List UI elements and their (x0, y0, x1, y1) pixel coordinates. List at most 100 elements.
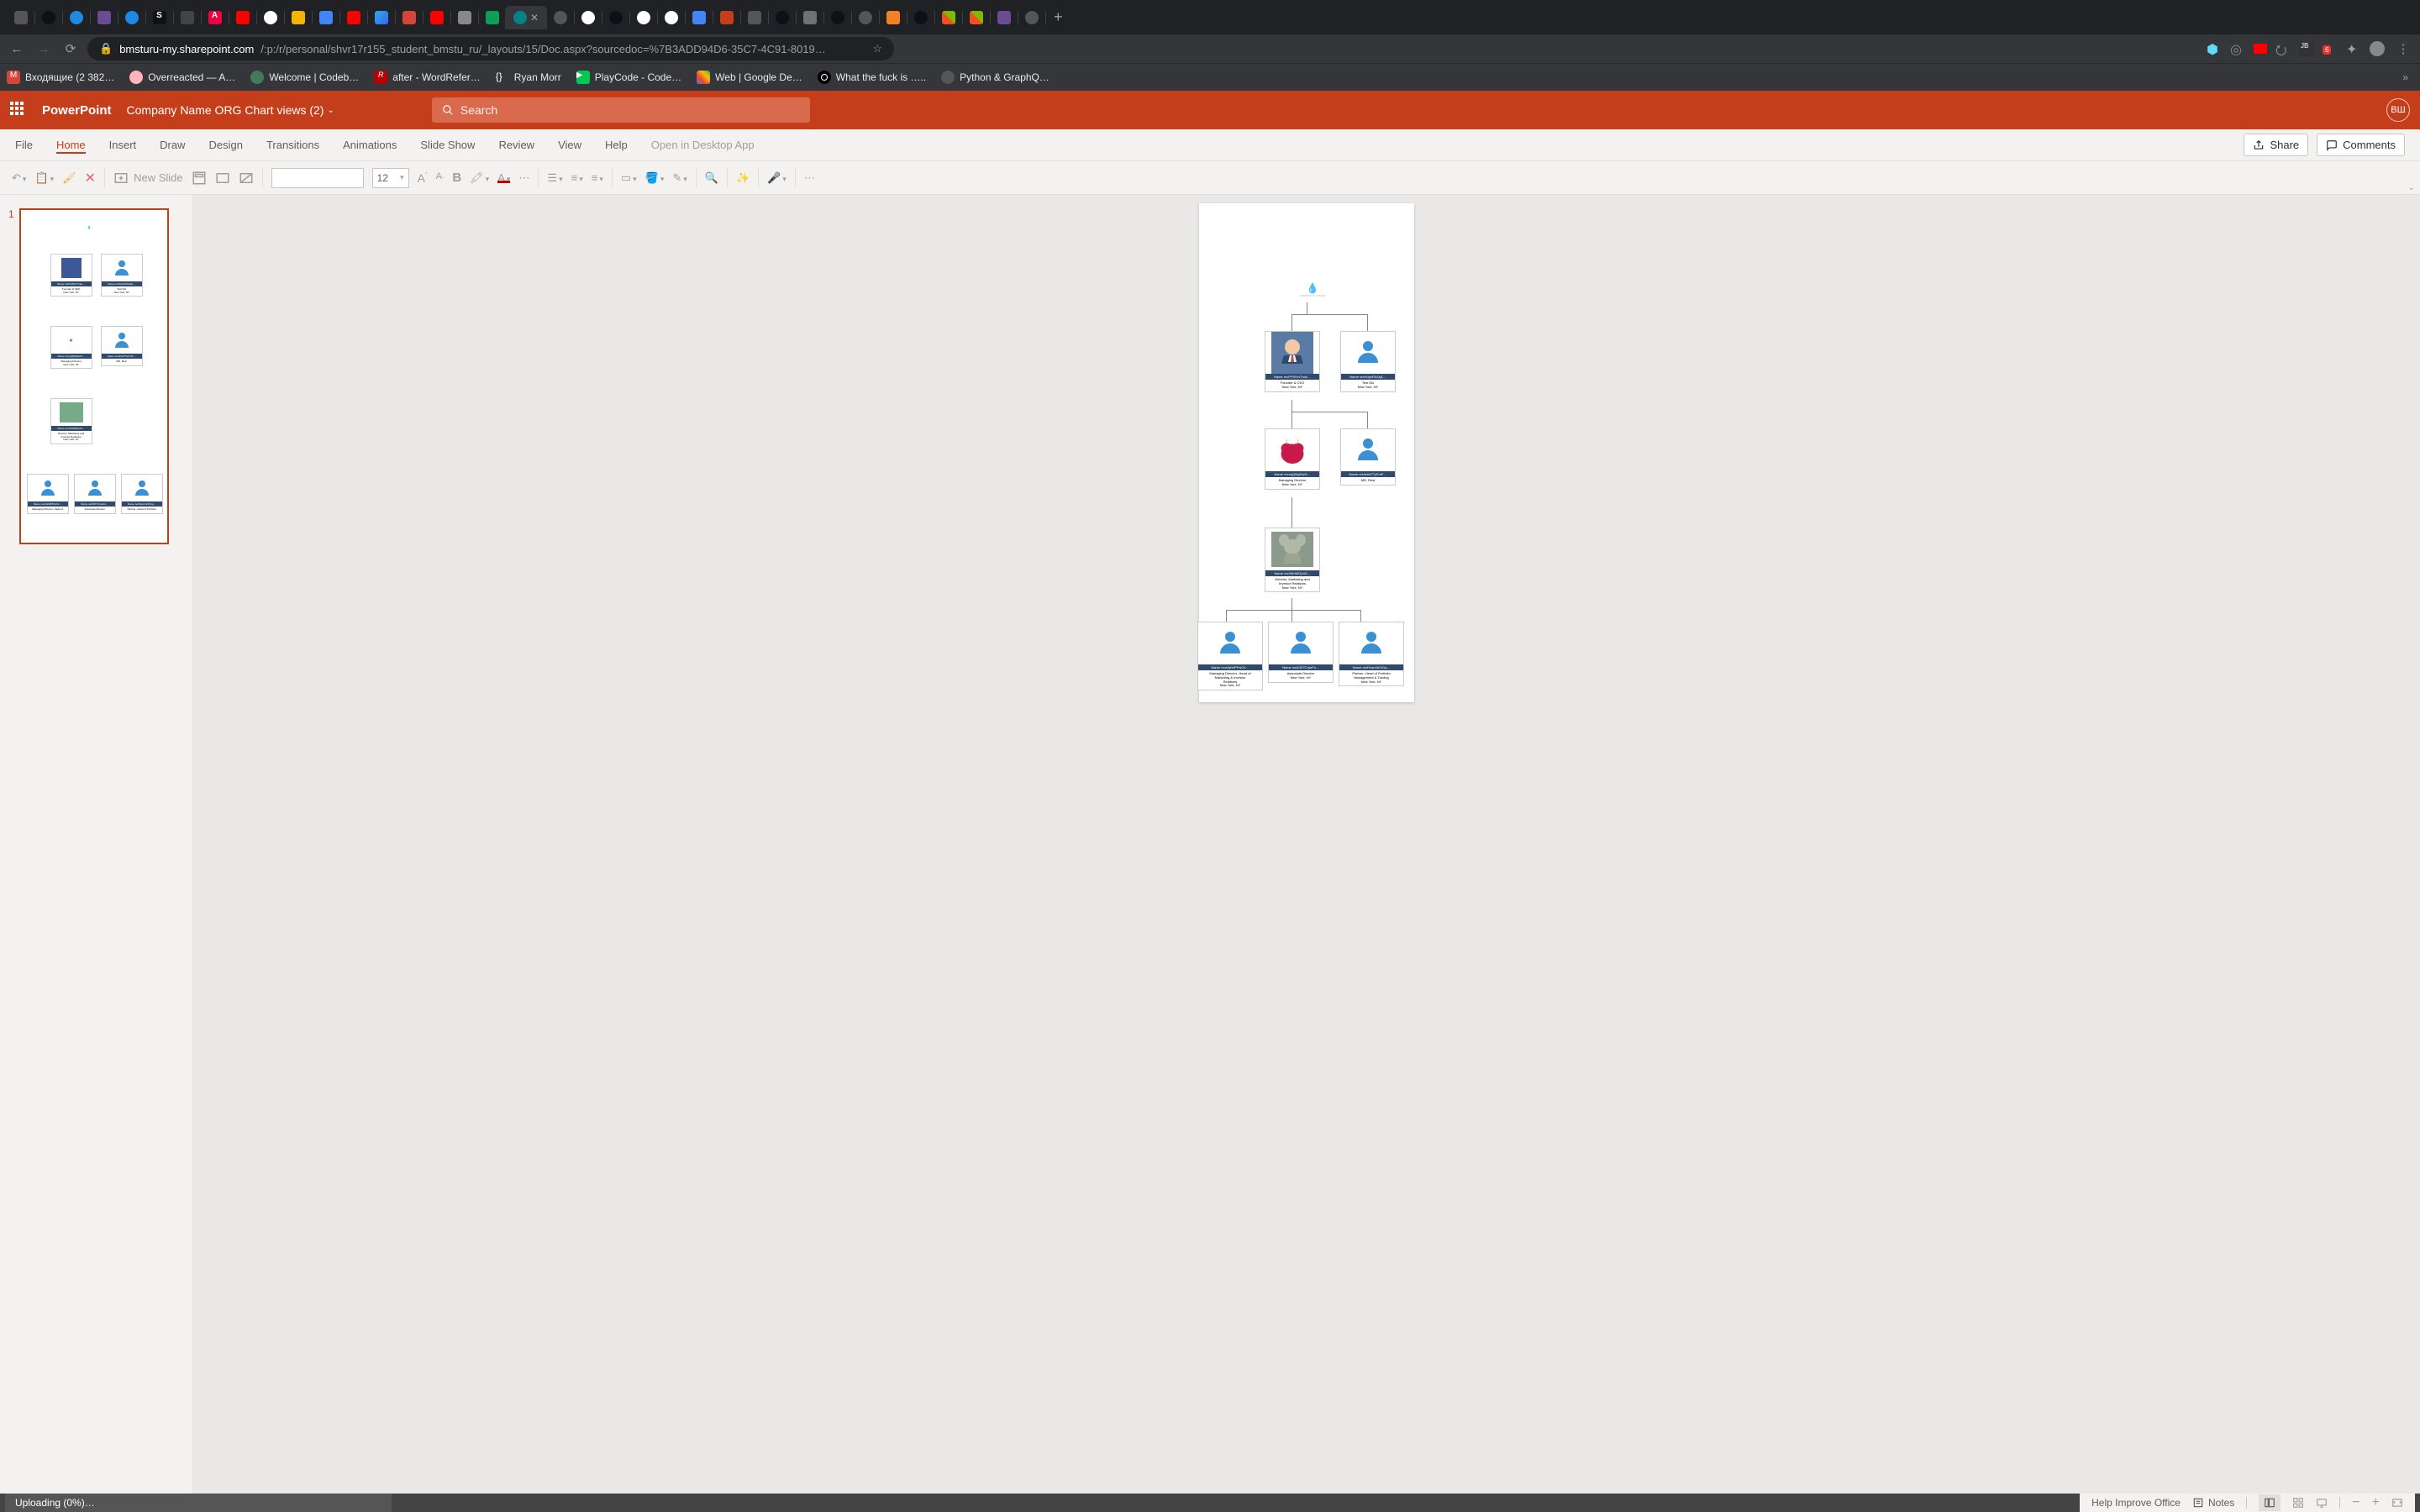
tab-help[interactable]: Help (605, 136, 628, 154)
increase-font-button[interactable]: Aˆ (418, 171, 428, 185)
url-input[interactable]: 🔒 bmsturu-my.sharepoint.com/:p:/r/person… (87, 37, 894, 60)
browser-tab[interactable] (172, 6, 202, 29)
paste-button[interactable]: 📋▾ (34, 171, 54, 185)
collapse-ribbon-icon[interactable]: ⌄ (2408, 183, 2415, 192)
tab-review[interactable]: Review (498, 136, 534, 154)
back-button[interactable]: ← (7, 39, 27, 59)
browser-tab[interactable] (422, 6, 451, 29)
reading-view-button[interactable] (2316, 1497, 2328, 1509)
browser-tab[interactable] (394, 6, 424, 29)
browser-tab[interactable] (601, 6, 630, 29)
undo-button[interactable]: ↶▾ (12, 171, 26, 185)
browser-tab[interactable] (795, 6, 824, 29)
new-slide-button[interactable]: New Slide (113, 171, 183, 186)
browser-tab[interactable] (89, 6, 118, 29)
font-color-button[interactable]: A▾ (497, 171, 510, 184)
bookmark[interactable]: Python & GraphQ… (941, 71, 1050, 84)
layout-button[interactable] (192, 171, 207, 186)
bookmark[interactable]: Welcome | Codeb… (250, 71, 359, 84)
help-improve-link[interactable]: Help Improve Office (2091, 1497, 2181, 1509)
browser-tab[interactable] (961, 6, 991, 29)
browser-tab[interactable] (767, 6, 797, 29)
tab-file[interactable]: File (15, 136, 33, 154)
browser-tab[interactable]: A (200, 6, 229, 29)
tab-slide-show[interactable]: Slide Show (420, 136, 475, 154)
tab-view[interactable]: View (558, 136, 581, 154)
new-tab-button[interactable]: + (1045, 8, 1071, 26)
extension-icon[interactable]: ⭮ (2275, 41, 2291, 56)
extension-icon[interactable] (2254, 44, 2267, 54)
section-button[interactable] (239, 171, 254, 186)
browser-tab[interactable] (477, 6, 507, 29)
extensions-puzzle-icon[interactable]: ✦ (2346, 41, 2361, 56)
tab-animations[interactable]: Animations (343, 136, 397, 154)
format-painter-button[interactable]: 🖌 (62, 171, 76, 185)
notes-button[interactable]: Notes (2192, 1497, 2234, 1509)
user-avatar[interactable]: ВШ (2386, 98, 2410, 122)
browser-tab[interactable] (366, 6, 396, 29)
tab-transitions[interactable]: Transitions (266, 136, 319, 154)
forward-button[interactable]: → (34, 39, 54, 59)
bookmark[interactable]: MВходящие (2 382… (7, 71, 114, 84)
browser-tab[interactable] (34, 6, 63, 29)
slide-sorter-button[interactable] (2292, 1497, 2304, 1509)
align-button[interactable]: ≡▾ (592, 171, 603, 184)
shape-outline-button[interactable]: ✎▾ (672, 171, 687, 185)
bullets-button[interactable]: ☰▾ (547, 171, 562, 185)
bookmark[interactable]: ▶PlayCode - Code… (576, 71, 681, 84)
highlight-button[interactable]: 🖍▾ (470, 171, 489, 185)
profile-avatar[interactable] (2370, 41, 2385, 56)
tab-draw[interactable]: Draw (160, 136, 185, 154)
dictate-button[interactable]: 🎤▾ (767, 171, 786, 185)
browser-tab[interactable] (339, 6, 368, 29)
browser-tab[interactable] (450, 6, 479, 29)
browser-tab[interactable] (739, 6, 769, 29)
decrease-font-button[interactable]: Aˇ (436, 171, 445, 183)
more-commands-icon[interactable]: ⋯ (804, 171, 815, 185)
browser-tab[interactable] (228, 6, 257, 29)
bold-button[interactable]: B (452, 171, 461, 185)
delete-button[interactable]: ✕ (85, 170, 96, 186)
slide-thumbnail[interactable]: 💧 Name recFFWVnTnan…Founder & CEONew Yor… (19, 208, 169, 544)
extension-icon[interactable]: JB (2299, 41, 2314, 56)
bookmark[interactable]: Rafter - WordRefer… (374, 71, 480, 84)
browser-tab[interactable]: S (145, 6, 174, 29)
browser-tab[interactable] (823, 6, 852, 29)
browser-tab[interactable] (61, 6, 91, 29)
numbering-button[interactable]: ≡▾ (571, 171, 583, 184)
tab-insert[interactable]: Insert (109, 136, 137, 154)
share-button[interactable]: Share (2244, 134, 2308, 156)
document-title[interactable]: Company Name ORG Chart views (2)⌄ (127, 103, 334, 117)
extension-icon[interactable]: 6 (2323, 41, 2338, 56)
shape-fill-button[interactable]: 🪣▾ (645, 171, 665, 185)
bookmark[interactable]: Web | Google De… (697, 71, 802, 84)
browser-tab[interactable] (6, 6, 35, 29)
zoom-in-button[interactable]: + (2372, 1495, 2380, 1510)
normal-view-button[interactable] (2259, 1494, 2281, 1511)
tab-home[interactable]: Home (56, 136, 86, 154)
browser-tab[interactable] (684, 6, 713, 29)
font-size-select[interactable]: 12▾ (372, 168, 409, 188)
browser-tab[interactable] (117, 6, 146, 29)
browser-tab[interactable] (850, 6, 880, 29)
shapes-button[interactable]: ▭▾ (621, 171, 637, 185)
browser-tab[interactable] (629, 6, 658, 29)
browser-tab-active[interactable]: ✕ (505, 6, 547, 29)
browser-tab[interactable] (573, 6, 602, 29)
reload-button[interactable]: ⟳ (60, 39, 81, 59)
find-button[interactable]: 🔍 (705, 171, 718, 185)
browser-tab[interactable] (878, 6, 908, 29)
slide[interactable]: 💧 COMPANY NAME Name recFFWVnTnan… Founde… (1199, 203, 1414, 702)
more-font-icon[interactable]: ⋯ (518, 171, 529, 185)
browser-tab[interactable] (906, 6, 935, 29)
extension-icon[interactable]: ◎ (2230, 41, 2245, 56)
designer-button[interactable]: ✨ (736, 171, 750, 185)
font-family-select[interactable] (271, 168, 364, 188)
bookmark[interactable]: {}Ryan Morr (496, 71, 561, 84)
zoom-out-button[interactable]: − (2352, 1495, 2360, 1510)
fit-to-window-button[interactable] (2391, 1497, 2403, 1509)
close-tab-icon[interactable]: ✕ (530, 12, 539, 24)
slide-canvas-area[interactable]: 💧 COMPANY NAME Name recFFWVnTnan… Founde… (193, 195, 2420, 1494)
browser-tab[interactable] (283, 6, 313, 29)
bookmark[interactable]: Overreacted — A… (129, 71, 235, 84)
